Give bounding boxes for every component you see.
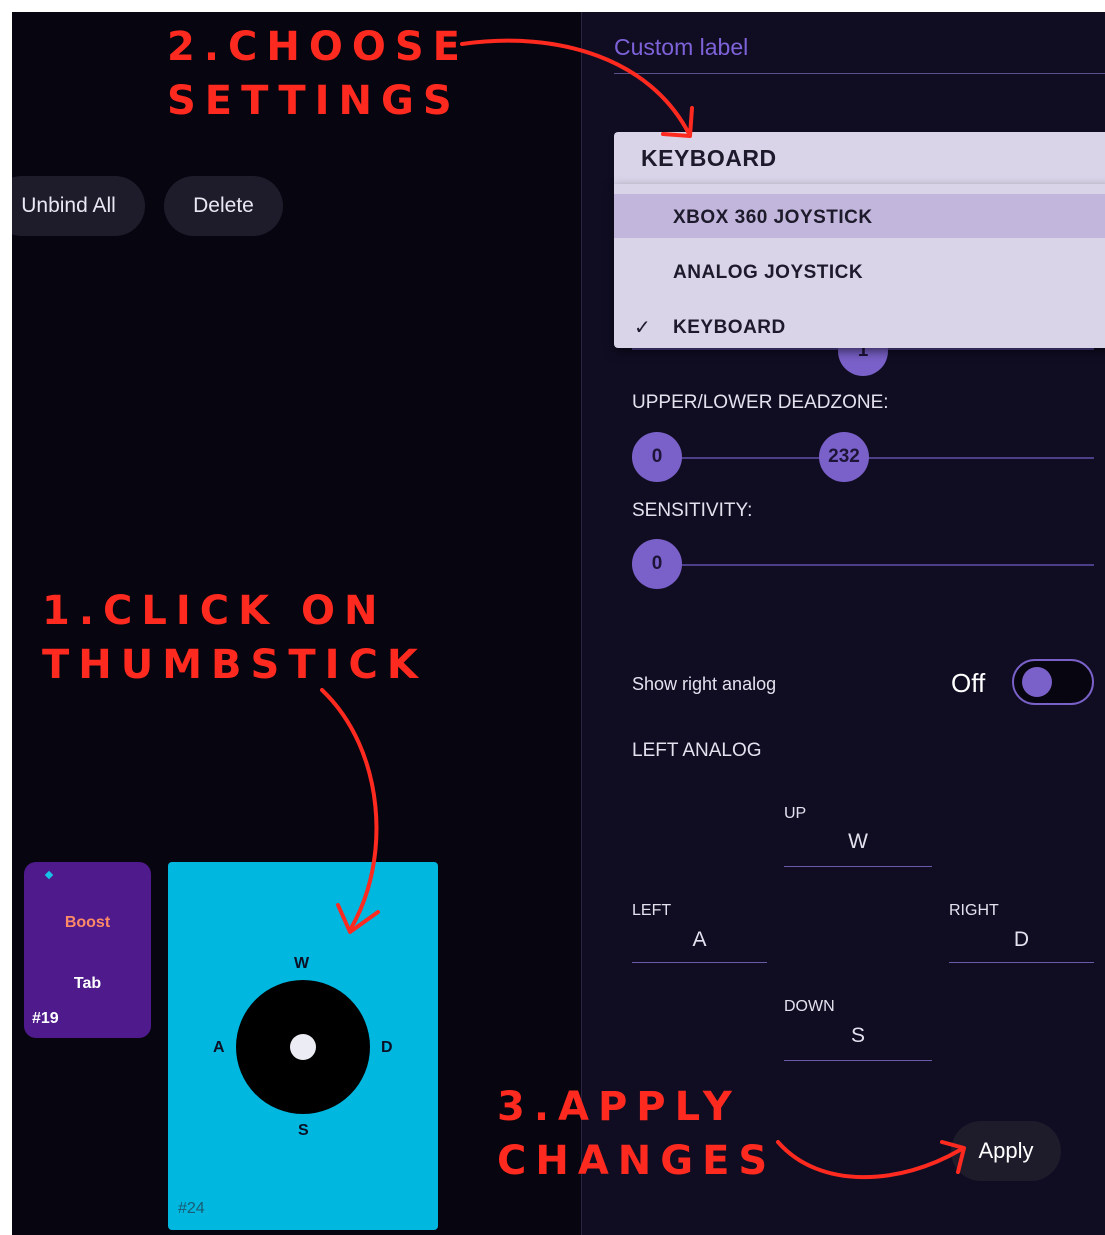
tile-action-label: Boost [64,914,111,931]
option-xbox-360-joystick[interactable]: XBOX 360 JOYSTICK [614,194,1105,238]
input-type-select[interactable]: KEYBOARD [614,132,1105,186]
down-field-input[interactable]: S [784,1024,932,1048]
annotation-step-3: 3.APPLY CHANGES [497,1084,777,1184]
delete-button[interactable]: Delete [164,176,283,236]
check-icon: ✓ [634,317,651,339]
up-field-underline [784,866,932,867]
deadzone-label: UPPER/LOWER DEADZONE: [632,392,889,413]
left-field-underline [632,962,767,963]
down-field-label: DOWN [784,998,835,1015]
custom-label-input[interactable]: Custom label [614,34,748,61]
toggle-knob [1022,667,1052,697]
deadzone-lower-thumb[interactable]: 0 [632,432,682,482]
unbind-all-button[interactable]: Unbind All [12,176,145,236]
deadzone-upper-thumb[interactable]: 232 [819,432,869,482]
boost-key-tile[interactable]: Boost Tab #19 [24,862,151,1038]
option-label: KEYBOARD [673,317,786,338]
right-field-label: RIGHT [949,902,999,919]
thumbstick-knob[interactable] [290,1034,316,1060]
settings-panel: Custom label 1 UPPER/LOWER DEADZONE: 0 2… [582,12,1105,1235]
stick-down-label: S [298,1122,309,1139]
thumbstick-base[interactable] [236,980,370,1114]
thumbstick-tile[interactable]: W A D S #24 [168,862,438,1230]
option-keyboard[interactable]: ✓ KEYBOARD [614,304,1105,348]
stick-up-label: W [294,955,310,972]
select-value: KEYBOARD [641,145,777,171]
annotation-step-2: 2.CHOOSE SETTINGS [167,24,469,124]
left-analog-title: LEFT ANALOG [632,740,762,761]
stick-right-label: D [381,1039,393,1056]
annotation-step-1: 1.CLICK ON THUMBSTICK [42,588,427,688]
down-field-underline [784,1060,932,1061]
option-analog-joystick[interactable]: ANALOG JOYSTICK [614,249,1105,293]
option-label: ANALOG JOYSTICK [673,262,864,283]
corner-dot-icon [44,870,54,880]
option-label: XBOX 360 JOYSTICK [673,207,873,228]
sensitivity-slider-track[interactable] [632,564,1094,566]
input-type-menu: XBOX 360 JOYSTICK ANALOG JOYSTICK ✓ KEYB… [614,184,1105,348]
right-field-input[interactable]: D [949,928,1094,952]
sensitivity-thumb[interactable]: 0 [632,539,682,589]
right-field-underline [949,962,1094,963]
up-field-label: UP [784,805,807,822]
tile-number: #24 [178,1200,205,1217]
sensitivity-label: SENSITIVITY: [632,500,753,521]
tile-number: #19 [32,1010,59,1027]
show-right-analog-label: Show right analog [632,674,777,694]
left-field-input[interactable]: A [632,928,767,952]
custom-label-underline [614,73,1105,74]
tile-key-label: Tab [73,975,102,992]
up-field-input[interactable]: W [784,830,932,854]
show-right-analog-toggle[interactable] [1012,659,1094,705]
apply-button[interactable]: Apply [951,1121,1061,1181]
toggle-state-text: Off [951,668,986,698]
stick-left-label: A [213,1039,225,1056]
left-field-label: LEFT [632,902,672,919]
